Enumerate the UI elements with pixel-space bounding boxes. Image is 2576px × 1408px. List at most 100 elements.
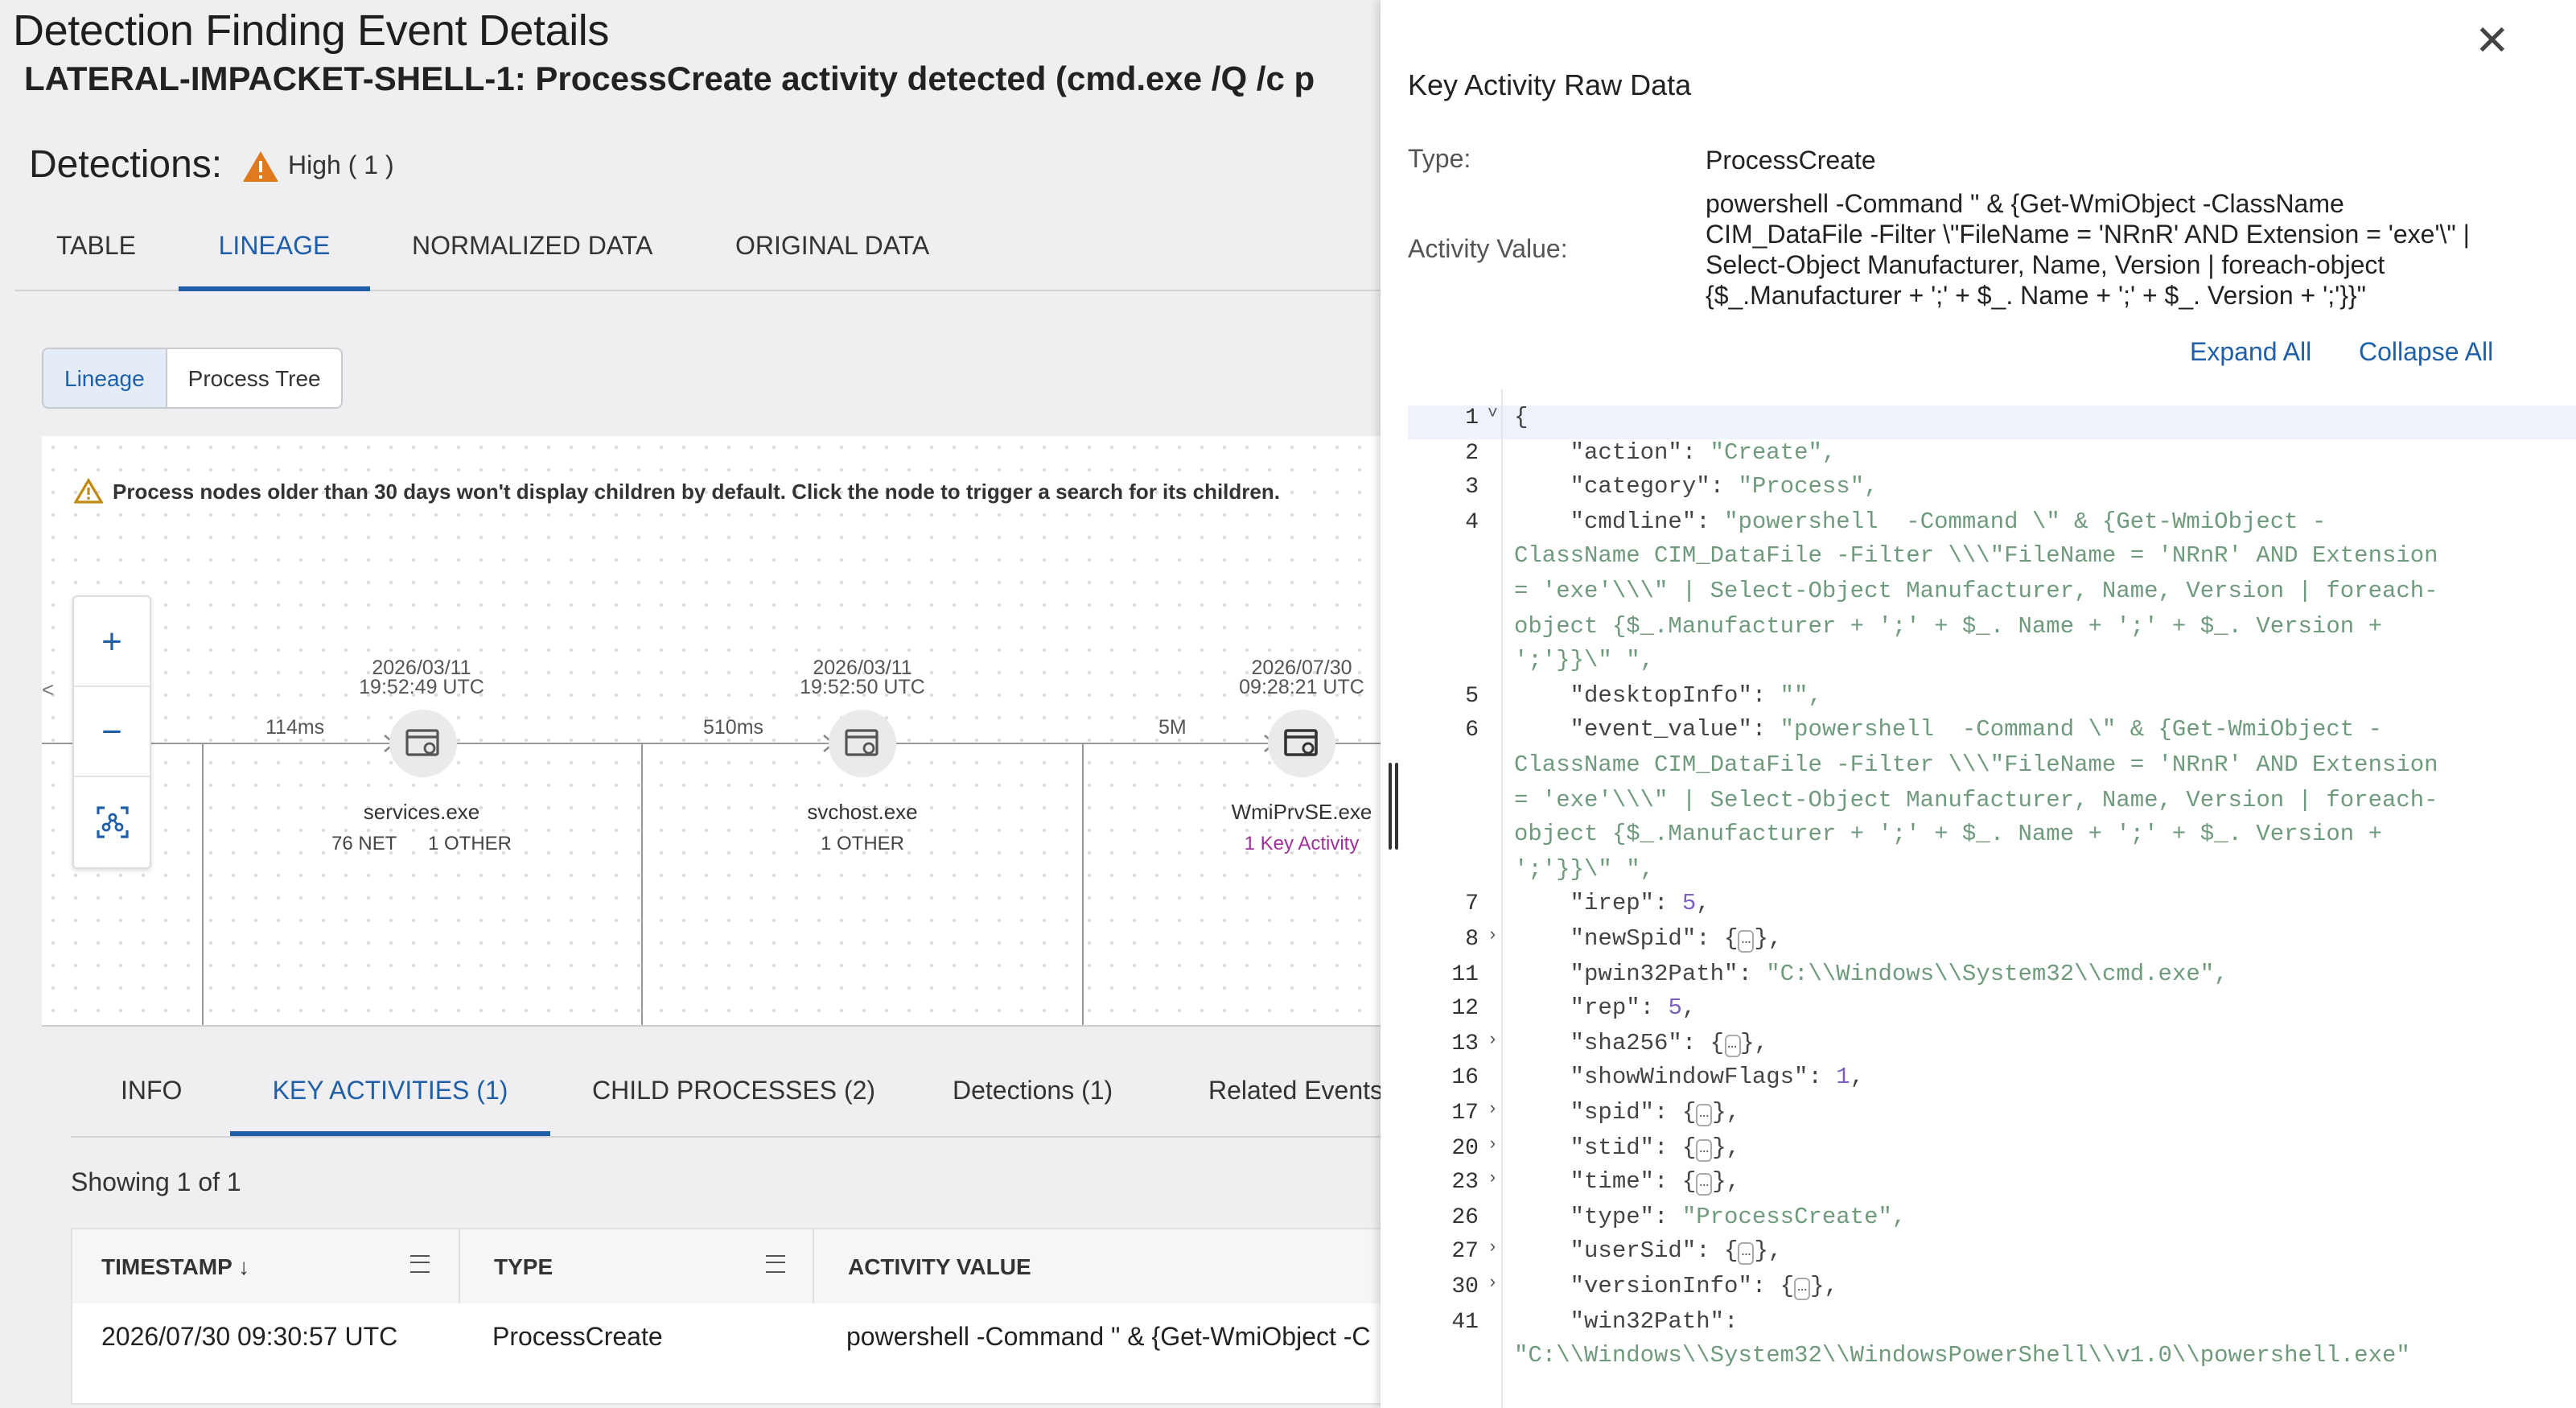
close-icon[interactable]: ✕ (2475, 18, 2510, 63)
svg-text:<: < (42, 677, 54, 702)
code-line: = 'exe'\\\" | Select-Object Manufacturer… (1514, 579, 2438, 605)
code-line: "sha256": {…}, (1514, 1031, 1768, 1057)
fit-view-button[interactable] (74, 777, 150, 867)
tab-original-data[interactable]: ORIGINAL DATA (735, 206, 929, 291)
fit-view-icon (96, 806, 128, 838)
key-activity-count[interactable]: 1 Key Activity (1221, 832, 1382, 854)
tab-table[interactable]: TABLE (56, 206, 136, 291)
code-line: ';'}}\" ", (1514, 857, 1655, 883)
code-line: "pwin32Path": "C:\\Windows\\System32\\cm… (1514, 961, 2228, 988)
code-line: "desktopInfo": "", (1514, 683, 1822, 710)
detail-tabs: TABLE LINEAGE NORMALIZED DATA ORIGINAL D… (14, 206, 1409, 291)
tab-child-processes[interactable]: CHILD PROCESSES (2) (592, 1051, 875, 1136)
severity-badge: High ( 1 ) (241, 150, 394, 183)
finding-title: LATERAL-IMPACKET-SHELL-1: ProcessCreate … (24, 61, 1315, 98)
process-node-svchost[interactable] (829, 710, 896, 777)
activity-value-label: Activity Value: (1408, 237, 1568, 264)
lineage-graph[interactable]: Process nodes older than 30 days won't d… (42, 436, 1409, 1027)
sort-down-icon[interactable]: ↓ (238, 1254, 249, 1279)
code-line: "spid": {…}, (1514, 1101, 1741, 1126)
lineage-toggle[interactable]: Lineage (43, 349, 167, 407)
expand-arrow-icon[interactable]: › (1488, 1240, 1498, 1259)
column-header-type[interactable]: TYPE (459, 1229, 813, 1303)
activity-value: powershell -Command " & {Get-WmiObject -… (1706, 191, 2470, 311)
code-line: "event_value": "powershell -Command \" &… (1514, 718, 2382, 744)
process-window-icon (405, 729, 439, 756)
code-line: ';'}}\" ", (1514, 648, 1655, 675)
expand-arrow-icon[interactable]: › (1488, 1274, 1498, 1294)
gutter-divider (1501, 389, 1503, 1408)
code-line: "time": {…}, (1514, 1170, 1741, 1196)
node-date: 2026/03/11 19:52:50 UTC (800, 657, 925, 698)
column-header-timestamp[interactable]: TIMESTAMP ↓ (72, 1229, 459, 1303)
code-line: "win32Path": (1514, 1309, 1739, 1336)
code-line: "newSpid": {…}, (1514, 927, 1783, 953)
node-date: 2026/03/11 19:52:49 UTC (359, 657, 484, 698)
code-line: object {$_.Manufacturer + ';' + $_. Name… (1514, 614, 2382, 640)
severity-text: High ( 1 ) (288, 152, 394, 179)
results-count: Showing 1 of 1 (71, 1170, 241, 1197)
collapse-arrow-icon[interactable]: ˅ (1488, 406, 1498, 425)
panel-resize-handle[interactable] (1389, 763, 1398, 850)
tab-info[interactable]: INFO (121, 1051, 182, 1136)
code-line: "C:\\Windows\\System32\\WindowsPowerShel… (1514, 1344, 2410, 1370)
process-node-wmiprvse[interactable] (1268, 710, 1335, 777)
process-tree-toggle[interactable]: Process Tree (167, 349, 342, 407)
expand-all-button[interactable]: Expand All (2190, 340, 2311, 368)
code-line: "userSid": {…}, (1514, 1239, 1783, 1266)
edge-label: 114ms (265, 716, 325, 739)
code-line: ClassName CIM_DataFile -Filter \\\"FileN… (1514, 753, 2438, 779)
column-menu-icon[interactable] (766, 1255, 785, 1273)
code-line: "type": "ProcessCreate", (1514, 1204, 1907, 1231)
code-line: "versionInfo": {…}, (1514, 1274, 1838, 1300)
cell-type: ProcessCreate (492, 1324, 663, 1352)
node-name: svchost.exe (807, 800, 918, 824)
tab-detections[interactable]: Detections (1) (953, 1051, 1113, 1136)
expand-arrow-icon[interactable]: › (1488, 927, 1498, 946)
code-line: "stid": {…}, (1514, 1135, 1741, 1162)
tab-related-events[interactable]: Related Events (1208, 1051, 1383, 1136)
process-window-icon (1284, 729, 1318, 756)
cell-activity-value[interactable]: powershell -Command " & {Get-WmiObject -… (846, 1303, 1371, 1374)
type-label: Type: (1408, 146, 1471, 174)
type-value: ProcessCreate (1706, 148, 1876, 175)
code-line: "category": "Process", (1514, 475, 1879, 501)
json-viewer[interactable]: 1 ˅{2 "action": "Create", 3 "category": "P… (1408, 389, 2576, 1408)
column-header-activity-value[interactable]: ACTIVITY VALUE (813, 1229, 1409, 1303)
code-line: "showWindowFlags": 1, (1514, 1065, 1865, 1092)
node-name: services.exe (363, 800, 480, 824)
code-line: "rep": 5, (1514, 996, 1697, 1023)
expand-arrow-icon[interactable]: › (1488, 1170, 1498, 1189)
panel-title: Key Activity Raw Data (1408, 69, 1692, 101)
node-name: WmiPrvSE.exe (1231, 800, 1372, 824)
expand-arrow-icon[interactable]: › (1488, 1101, 1498, 1120)
code-line: "irep": 5, (1514, 891, 1710, 918)
code-line: "action": "Create", (1514, 440, 1837, 467)
process-node-services[interactable] (389, 710, 457, 777)
code-line: { (1514, 406, 1529, 431)
column-menu-icon[interactable] (410, 1255, 430, 1273)
code-line: "cmdline": "powershell -Command \" & {Ge… (1514, 509, 2327, 536)
view-toggle: Lineage Process Tree (42, 348, 344, 409)
tab-normalized-data[interactable]: NORMALIZED DATA (412, 206, 652, 291)
tab-lineage[interactable]: LINEAGE (179, 206, 370, 291)
code-line: ClassName CIM_DataFile -Filter \\\"FileN… (1514, 544, 2438, 570)
node-counts: 76 NET 1 OTHER (331, 832, 512, 854)
process-tabs: INFO KEY ACTIVITIES (1) CHILD PROCESSES … (71, 1051, 1409, 1138)
edge-label: 5M (1158, 716, 1187, 739)
tab-key-activities[interactable]: KEY ACTIVITIES (1) (230, 1051, 550, 1136)
page-title: Detection Finding Event Details (13, 6, 609, 55)
warning-icon (243, 151, 278, 182)
collapse-all-button[interactable]: Collapse All (2359, 340, 2493, 368)
zoom-in-button[interactable]: + (74, 597, 150, 687)
expand-arrow-icon[interactable]: › (1488, 1031, 1498, 1051)
key-activities-table: TIMESTAMP ↓ TYPE ACTIVITY VALUE 2026/07/… (71, 1228, 1409, 1405)
expand-arrow-icon[interactable]: › (1488, 1135, 1498, 1155)
node-date: 2026/07/30 09:28:21 UTC (1239, 657, 1364, 698)
zoom-out-button[interactable]: − (74, 687, 150, 777)
zoom-controls: + − (72, 595, 151, 869)
cell-timestamp: 2026/07/30 09:30:57 UTC (101, 1324, 398, 1352)
raw-data-panel: Key Activity Raw Data ✕ Type: ProcessCre… (1381, 0, 2576, 1408)
process-window-icon (845, 729, 879, 756)
main-view: Detection Finding Event Details LATERAL-… (0, 0, 1409, 1408)
